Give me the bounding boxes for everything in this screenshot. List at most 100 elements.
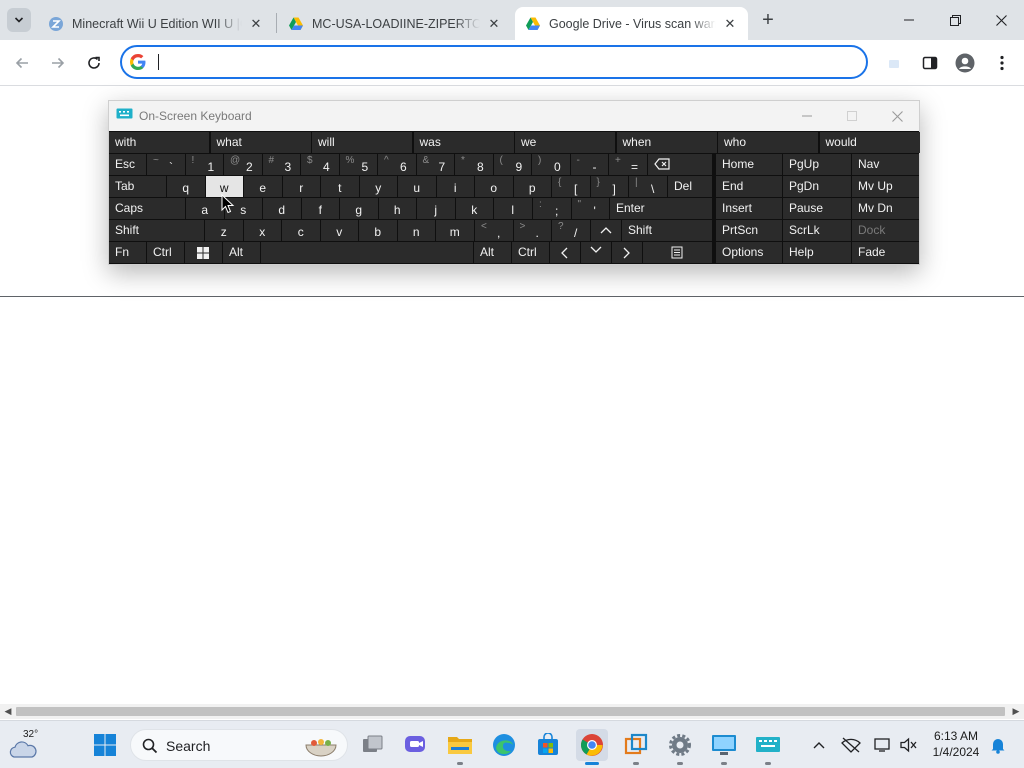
- key-9[interactable]: (9: [493, 154, 531, 175]
- key-caps[interactable]: Caps: [109, 198, 185, 219]
- key-fade[interactable]: Fade: [852, 242, 919, 263]
- microsoft-store-app[interactable]: [532, 729, 564, 761]
- scrollbar-thumb[interactable]: [16, 707, 1005, 716]
- key-x[interactable]: x: [243, 220, 281, 241]
- prediction-what[interactable]: what: [210, 132, 311, 153]
- key-shift-left[interactable]: Shift: [109, 220, 204, 241]
- key-home[interactable]: Home: [716, 154, 782, 175]
- key-e[interactable]: e: [244, 176, 282, 197]
- side-panel-button[interactable]: [918, 51, 942, 75]
- vmware-app[interactable]: [620, 729, 652, 765]
- key-b[interactable]: b: [359, 220, 397, 241]
- prediction-we[interactable]: we: [515, 132, 615, 153]
- key-punct4-1[interactable]: >.: [513, 220, 551, 241]
- tab-mc-usa-rar[interactable]: MC-USA-LOADIINE-ZIPERTO.rar ✕: [278, 7, 512, 40]
- key-arrow-down[interactable]: [581, 242, 611, 263]
- key-k[interactable]: k: [455, 198, 493, 219]
- key-options[interactable]: Options: [716, 242, 782, 263]
- tab-minecraft[interactable]: Minecraft Wii U Edition WII U |G ✕: [38, 7, 274, 40]
- key-ctrl-left[interactable]: Ctrl: [147, 242, 184, 263]
- key-bracket-2[interactable]: | \: [629, 176, 667, 197]
- edge-app[interactable]: [488, 729, 520, 761]
- key-help[interactable]: Help: [783, 242, 851, 263]
- key-n[interactable]: n: [397, 220, 435, 241]
- key-g[interactable]: g: [340, 198, 378, 219]
- prediction-with[interactable]: with: [109, 132, 209, 153]
- chrome-app-active[interactable]: [576, 729, 608, 765]
- key-i[interactable]: i: [436, 176, 474, 197]
- reload-button[interactable]: [81, 50, 107, 76]
- close-tab-icon[interactable]: ✕: [722, 16, 738, 32]
- horizontal-scrollbar[interactable]: ◀ ▶: [0, 704, 1024, 719]
- remote-desktop-app[interactable]: [708, 729, 740, 765]
- scroll-right-icon[interactable]: ▶: [1009, 705, 1023, 718]
- key-alt-right[interactable]: Alt: [474, 242, 511, 263]
- key-nav[interactable]: Nav: [852, 154, 919, 175]
- key-=[interactable]: + =: [609, 154, 647, 175]
- task-view-button[interactable]: [357, 729, 389, 761]
- key-u[interactable]: u: [398, 176, 436, 197]
- key-ctrl-right[interactable]: Ctrl: [512, 242, 549, 263]
- key-t[interactable]: t: [321, 176, 359, 197]
- key-mv-up[interactable]: Mv Up: [852, 176, 919, 197]
- show-hidden-icons-button[interactable]: [804, 729, 834, 761]
- minimize-window-button[interactable]: [886, 0, 932, 40]
- key-space[interactable]: [261, 242, 473, 263]
- taskbar-clock[interactable]: 6:13 AM 1/4/2024: [924, 728, 988, 760]
- prediction-when[interactable]: when: [616, 132, 717, 153]
- key-bracket-0[interactable]: {[: [552, 176, 590, 197]
- back-button[interactable]: [9, 50, 35, 76]
- key-context-menu[interactable]: [643, 242, 712, 263]
- key-8[interactable]: * 8: [455, 154, 493, 175]
- key-pgdn[interactable]: PgDn: [783, 176, 851, 197]
- address-bar[interactable]: [120, 45, 868, 79]
- key-j[interactable]: j: [417, 198, 455, 219]
- key--[interactable]: --: [570, 154, 608, 175]
- key-a[interactable]: a: [186, 198, 224, 219]
- close-tab-icon[interactable]: ✕: [248, 16, 264, 32]
- osk-close-button[interactable]: [883, 106, 911, 126]
- key-fn[interactable]: Fn: [109, 242, 146, 263]
- extension-button[interactable]: [882, 51, 906, 75]
- key-4[interactable]: $4: [301, 154, 339, 175]
- key-6[interactable]: ^ 6: [378, 154, 416, 175]
- prediction-who[interactable]: who: [718, 132, 818, 153]
- close-window-button[interactable]: [978, 0, 1024, 40]
- key-5[interactable]: % 5: [339, 154, 377, 175]
- key-m[interactable]: m: [436, 220, 474, 241]
- key-del[interactable]: Del: [668, 176, 712, 197]
- browser-menu-button[interactable]: [990, 51, 1014, 75]
- start-button[interactable]: [89, 729, 121, 761]
- osk-maximize-button[interactable]: [838, 106, 866, 126]
- key-tab[interactable]: Tab: [109, 176, 166, 197]
- key-7[interactable]: & 7: [416, 154, 454, 175]
- key-o[interactable]: o: [475, 176, 513, 197]
- key-`[interactable]: ~ `: [147, 154, 185, 175]
- close-tab-icon[interactable]: ✕: [486, 16, 502, 32]
- key-d[interactable]: d: [263, 198, 301, 219]
- key-punct4-2[interactable]: ? /: [552, 220, 590, 241]
- tab-google-drive-active[interactable]: Google Drive - Virus scan warni ✕: [515, 7, 748, 40]
- key-f[interactable]: f: [301, 198, 339, 219]
- restore-window-button[interactable]: [932, 0, 978, 40]
- key-mv-dn[interactable]: Mv Dn: [852, 198, 919, 219]
- key-pgup[interactable]: PgUp: [783, 154, 851, 175]
- key-arrow-up[interactable]: [591, 220, 621, 241]
- key-h[interactable]: h: [378, 198, 416, 219]
- key-esc[interactable]: Esc: [109, 154, 146, 175]
- key-bracket-1[interactable]: }]: [590, 176, 628, 197]
- profile-button[interactable]: [953, 51, 977, 75]
- key-punct3-0[interactable]: :;: [533, 198, 571, 219]
- key-scrlk[interactable]: ScrLk: [783, 220, 851, 241]
- scroll-left-icon[interactable]: ◀: [1, 705, 15, 718]
- key-z[interactable]: z: [205, 220, 243, 241]
- taskbar-search-box[interactable]: Search: [130, 729, 348, 761]
- key-arrow-right[interactable]: [612, 242, 642, 263]
- prediction-will[interactable]: will: [312, 132, 412, 153]
- settings-app[interactable]: [664, 729, 696, 765]
- key-0[interactable]: ) 0: [532, 154, 570, 175]
- key-1[interactable]: ! 1: [185, 154, 223, 175]
- network-status[interactable]: [836, 729, 866, 761]
- omnibox-input[interactable]: [156, 51, 856, 73]
- osk-title-bar[interactable]: On-Screen Keyboard: [109, 101, 919, 131]
